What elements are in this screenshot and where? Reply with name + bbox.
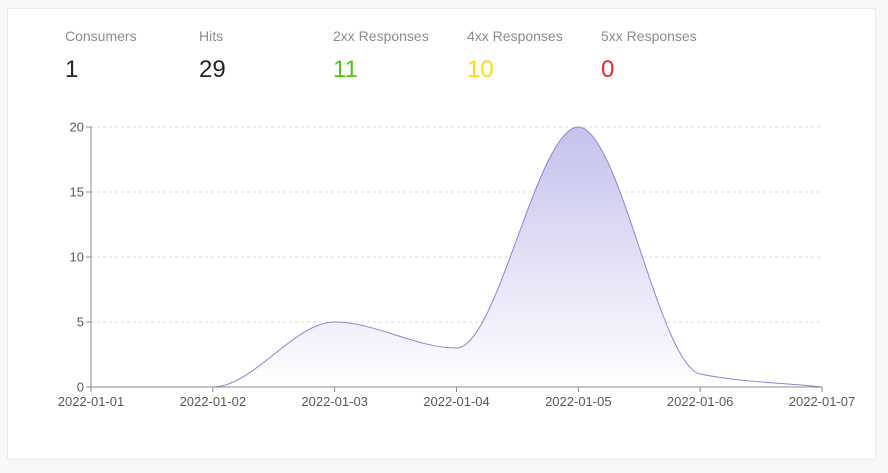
grid-lines (91, 126, 822, 323)
y-tick-label: 0 (77, 380, 84, 395)
y-tick-label: 20 (70, 120, 84, 135)
x-tick-label: 2022-01-04 (423, 394, 490, 409)
y-tick-label: 10 (70, 250, 84, 265)
x-tick-label: 2022-01-01 (58, 394, 125, 409)
y-tick-label: 5 (77, 315, 84, 330)
x-tick-label: 2022-01-02 (180, 394, 247, 409)
x-tick-label: 2022-01-05 (545, 394, 612, 409)
x-tick-label: 2022-01-07 (789, 394, 856, 409)
y-tick-label: 15 (70, 185, 84, 200)
x-tick-label: 2022-01-03 (301, 394, 368, 409)
x-tick-label: 2022-01-06 (667, 394, 734, 409)
hits-area-chart: 0 5 10 15 20 2022-01-01 2022-01-02 2022-01-03 20… (58, 120, 856, 410)
